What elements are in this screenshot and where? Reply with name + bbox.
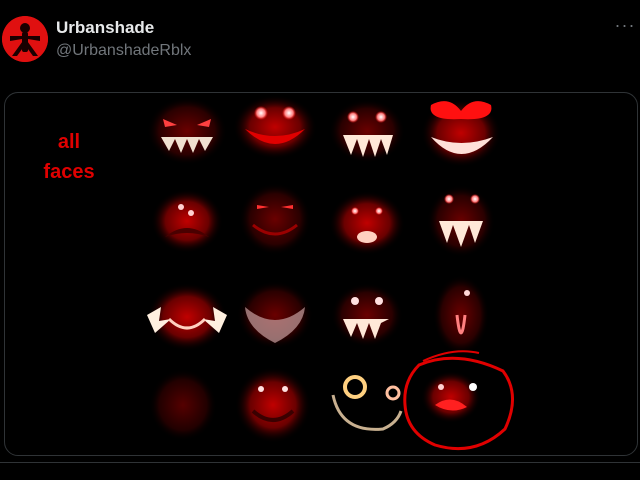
face-r1c1	[147, 97, 227, 165]
face-r2c1	[151, 189, 223, 253]
face-r1c4	[421, 99, 501, 167]
avatar[interactable]	[2, 16, 48, 62]
face-r1c3	[329, 99, 405, 163]
face-r3c3	[331, 283, 403, 347]
face-r2c3	[329, 191, 405, 255]
face-r2c4	[427, 185, 495, 257]
more-options-button[interactable]: ···	[612, 14, 638, 40]
face-r4c4	[421, 371, 481, 423]
author-display-name[interactable]: Urbanshade	[56, 18, 154, 38]
author-handle[interactable]: @UrbanshadeRblx	[56, 42, 191, 60]
face-r1c2	[233, 95, 317, 159]
post-header: Urbanshade @UrbanshadeRblx ···	[0, 0, 640, 88]
face-r4c2	[235, 367, 311, 443]
face-r4c1	[149, 369, 217, 441]
face-r3c1	[147, 283, 227, 351]
face-r3c4	[433, 275, 489, 355]
faces-grid	[147, 95, 515, 451]
face-r2c2	[239, 183, 311, 255]
urbanshade-logo-icon	[2, 16, 48, 62]
face-r3c2	[237, 281, 313, 349]
divider	[0, 462, 640, 463]
post-media-image[interactable]: all faces	[4, 92, 638, 456]
face-r4c3	[331, 375, 403, 431]
more-horizontal-icon: ···	[614, 15, 636, 35]
